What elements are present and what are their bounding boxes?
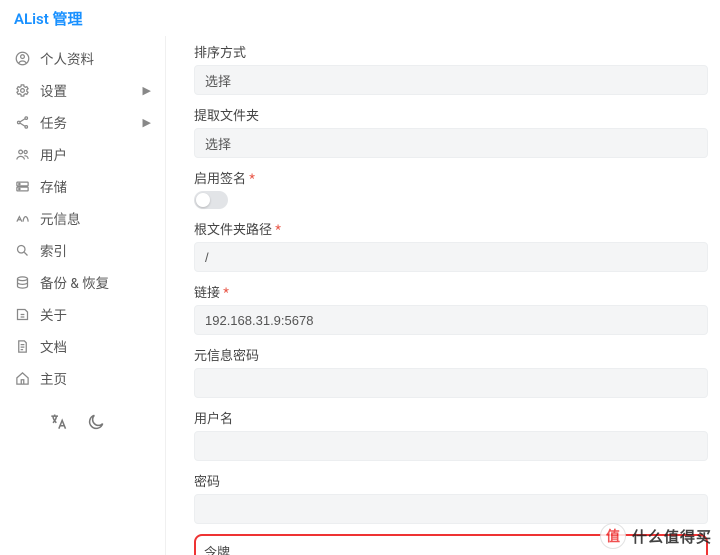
extract-select[interactable]: 选择 [194, 128, 708, 158]
sidebar-item-tasks[interactable]: 任务 ▶ [0, 106, 165, 138]
password-input[interactable] [194, 494, 708, 524]
username-label: 用户名 [194, 408, 708, 427]
user-circle-icon [14, 50, 30, 66]
language-icon[interactable] [48, 412, 68, 432]
sort-label: 排序方式 [194, 42, 708, 61]
field-root: 根文件夹路径 [194, 219, 708, 272]
sidebar-item-settings[interactable]: 设置 ▶ [0, 74, 165, 106]
sign-toggle[interactable] [194, 191, 228, 209]
sidebar-item-label: 任务 [40, 112, 67, 132]
sidebar-item-label: 元信息 [40, 208, 81, 228]
sidebar-item-docs[interactable]: 文档 [0, 330, 165, 362]
form-area: 排序方式 选择 提取文件夹 选择 启用签名 根文件夹路径 链接 元信息密码 用户… [166, 36, 720, 555]
field-sort: 排序方式 选择 [194, 42, 708, 95]
sidebar-item-index[interactable]: 索引 [0, 234, 165, 266]
sidebar-item-users[interactable]: 用户 [0, 138, 165, 170]
watermark-badge: 值 [600, 523, 626, 549]
watermark-text: 什么值得买 [632, 526, 712, 547]
sidebar-item-label: 文档 [40, 336, 67, 356]
metapwd-label: 元信息密码 [194, 345, 708, 364]
sidebar-item-label: 关于 [40, 304, 67, 324]
field-extract: 提取文件夹 选择 [194, 105, 708, 158]
info-icon [14, 306, 30, 322]
extract-label: 提取文件夹 [194, 105, 708, 124]
sidebar-item-label: 索引 [40, 240, 67, 260]
field-metapwd: 元信息密码 [194, 345, 708, 398]
sidebar-footer [0, 394, 165, 432]
sidebar-item-label: 个人资料 [40, 48, 94, 68]
root-label: 根文件夹路径 [194, 219, 708, 238]
sidebar-item-profile[interactable]: 个人资料 [0, 42, 165, 74]
field-sign: 启用签名 [194, 168, 708, 209]
layout: 个人资料 设置 ▶ 任务 ▶ 用户 存储 元信息 索引 [0, 36, 720, 555]
sidebar-item-label: 主页 [40, 368, 67, 388]
password-label: 密码 [194, 471, 708, 490]
meta-icon [14, 210, 30, 226]
storage-icon [14, 178, 30, 194]
sidebar-item-storage[interactable]: 存储 [0, 170, 165, 202]
sidebar-item-label: 存储 [40, 176, 67, 196]
field-link: 链接 [194, 282, 708, 335]
watermark: 值 什么值得买 [600, 523, 712, 549]
app-title: AList 管理 [14, 8, 83, 29]
chevron-right-icon: ▶ [143, 84, 151, 97]
link-input[interactable] [194, 305, 708, 335]
search-icon [14, 242, 30, 258]
sidebar-item-backup[interactable]: 备份 & 恢复 [0, 266, 165, 298]
home-icon [14, 370, 30, 386]
field-password: 密码 [194, 471, 708, 524]
sidebar-item-home[interactable]: 主页 [0, 362, 165, 394]
sidebar: 个人资料 设置 ▶ 任务 ▶ 用户 存储 元信息 索引 [0, 36, 166, 555]
sidebar-item-meta[interactable]: 元信息 [0, 202, 165, 234]
sidebar-item-label: 用户 [40, 144, 67, 164]
username-input[interactable] [194, 431, 708, 461]
link-label: 链接 [194, 282, 708, 301]
field-username: 用户名 [194, 408, 708, 461]
document-icon [14, 338, 30, 354]
sidebar-item-label: 备份 & 恢复 [40, 272, 109, 292]
share-icon [14, 114, 30, 130]
users-icon [14, 146, 30, 162]
chevron-right-icon: ▶ [143, 116, 151, 129]
sidebar-item-label: 设置 [40, 80, 67, 100]
database-icon [14, 274, 30, 290]
sign-label: 启用签名 [194, 168, 708, 187]
theme-icon[interactable] [86, 412, 106, 432]
header: AList 管理 [0, 0, 720, 36]
metapwd-input[interactable] [194, 368, 708, 398]
sidebar-item-about[interactable]: 关于 [0, 298, 165, 330]
gear-icon [14, 82, 30, 98]
sort-select[interactable]: 选择 [194, 65, 708, 95]
root-input[interactable] [194, 242, 708, 272]
